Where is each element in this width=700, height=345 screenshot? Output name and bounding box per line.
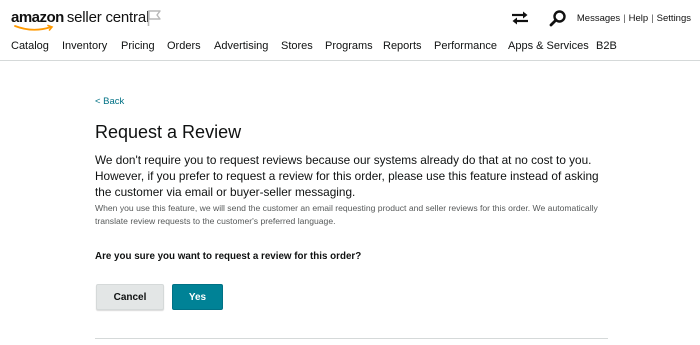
cancel-button[interactable]: Cancel bbox=[96, 284, 164, 310]
review-explanation-text: We don't require you to request reviews … bbox=[95, 153, 599, 199]
nav-b2b[interactable]: B2B bbox=[596, 40, 617, 52]
flag-icon[interactable] bbox=[146, 9, 162, 27]
logo-suffix: seller central bbox=[66, 9, 150, 26]
top-links: Messages | Help | Settings bbox=[577, 13, 691, 24]
divider: | bbox=[651, 13, 654, 24]
nav-stores[interactable]: Stores bbox=[281, 40, 313, 52]
nav-reports[interactable]: Reports bbox=[383, 40, 422, 52]
divider: | bbox=[623, 13, 626, 24]
nav-performance[interactable]: Performance bbox=[434, 40, 497, 52]
main-nav: Catalog Inventory Pricing Orders Adverti… bbox=[0, 36, 700, 61]
nav-catalog[interactable]: Catalog bbox=[11, 40, 49, 52]
nav-programs[interactable]: Programs bbox=[325, 40, 373, 52]
back-link[interactable]: < Back bbox=[95, 96, 124, 107]
confirmation-question: Are you sure you want to request a revie… bbox=[95, 251, 362, 262]
top-header: amazon seller central Messages | Help | Setti… bbox=[0, 0, 700, 36]
settings-link[interactable]: Settings bbox=[657, 13, 691, 24]
page-title: Request a Review bbox=[95, 122, 242, 142]
nav-pricing[interactable]: Pricing bbox=[121, 40, 155, 52]
search-icon[interactable] bbox=[549, 9, 567, 27]
nav-orders[interactable]: Orders bbox=[167, 40, 201, 52]
swap-icon[interactable] bbox=[511, 10, 529, 26]
divider bbox=[95, 338, 608, 339]
nav-inventory[interactable]: Inventory bbox=[62, 40, 107, 52]
yes-button[interactable]: Yes bbox=[172, 284, 223, 310]
help-link[interactable]: Help bbox=[629, 13, 649, 24]
messages-link[interactable]: Messages bbox=[577, 13, 620, 24]
seller-central-logo[interactable]: amazon seller central bbox=[11, 9, 149, 31]
logo-smile-icon bbox=[14, 24, 54, 31]
nav-advertising[interactable]: Advertising bbox=[214, 40, 268, 52]
nav-apps-services[interactable]: Apps & Services bbox=[508, 40, 589, 52]
review-note-text: When you use this feature, we will send … bbox=[95, 203, 598, 226]
